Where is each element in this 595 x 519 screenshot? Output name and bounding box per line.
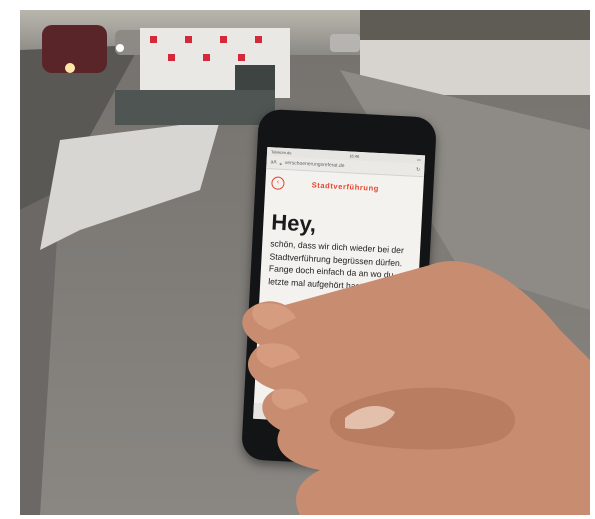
- phone-screen: Telekom.de 16:46 ▭ aA 🔒︎ verschoenerungs…: [253, 147, 426, 427]
- lock-icon: 🔒︎: [279, 160, 282, 166]
- reader-button[interactable]: aA: [270, 159, 276, 165]
- smartphone: Telekom.de 16:46 ▭ aA 🔒︎ verschoenerungs…: [240, 108, 438, 469]
- carrier-label: Telekom.de: [270, 149, 292, 156]
- browser-toolbar: ‹ › ⇧ ▢: [253, 402, 412, 427]
- clock-label: 16:46: [349, 153, 360, 159]
- bookmarks-icon[interactable]: ▢: [387, 414, 394, 422]
- app-title: Stadtverführung: [311, 180, 380, 193]
- back-arrow-icon[interactable]: ‹: [271, 408, 274, 415]
- share-icon[interactable]: ⇧: [346, 412, 352, 420]
- forward-arrow-icon[interactable]: ›: [308, 410, 311, 417]
- battery-icon: ▭: [416, 156, 421, 163]
- start-button[interactable]: Start: [326, 330, 358, 362]
- back-button[interactable]: ‹: [271, 176, 285, 190]
- reload-icon[interactable]: ↻: [416, 167, 421, 173]
- welcome-text: schön, dass wir dich wieder bei der Stad…: [268, 238, 405, 292]
- greeting-heading: Hey,: [270, 209, 317, 237]
